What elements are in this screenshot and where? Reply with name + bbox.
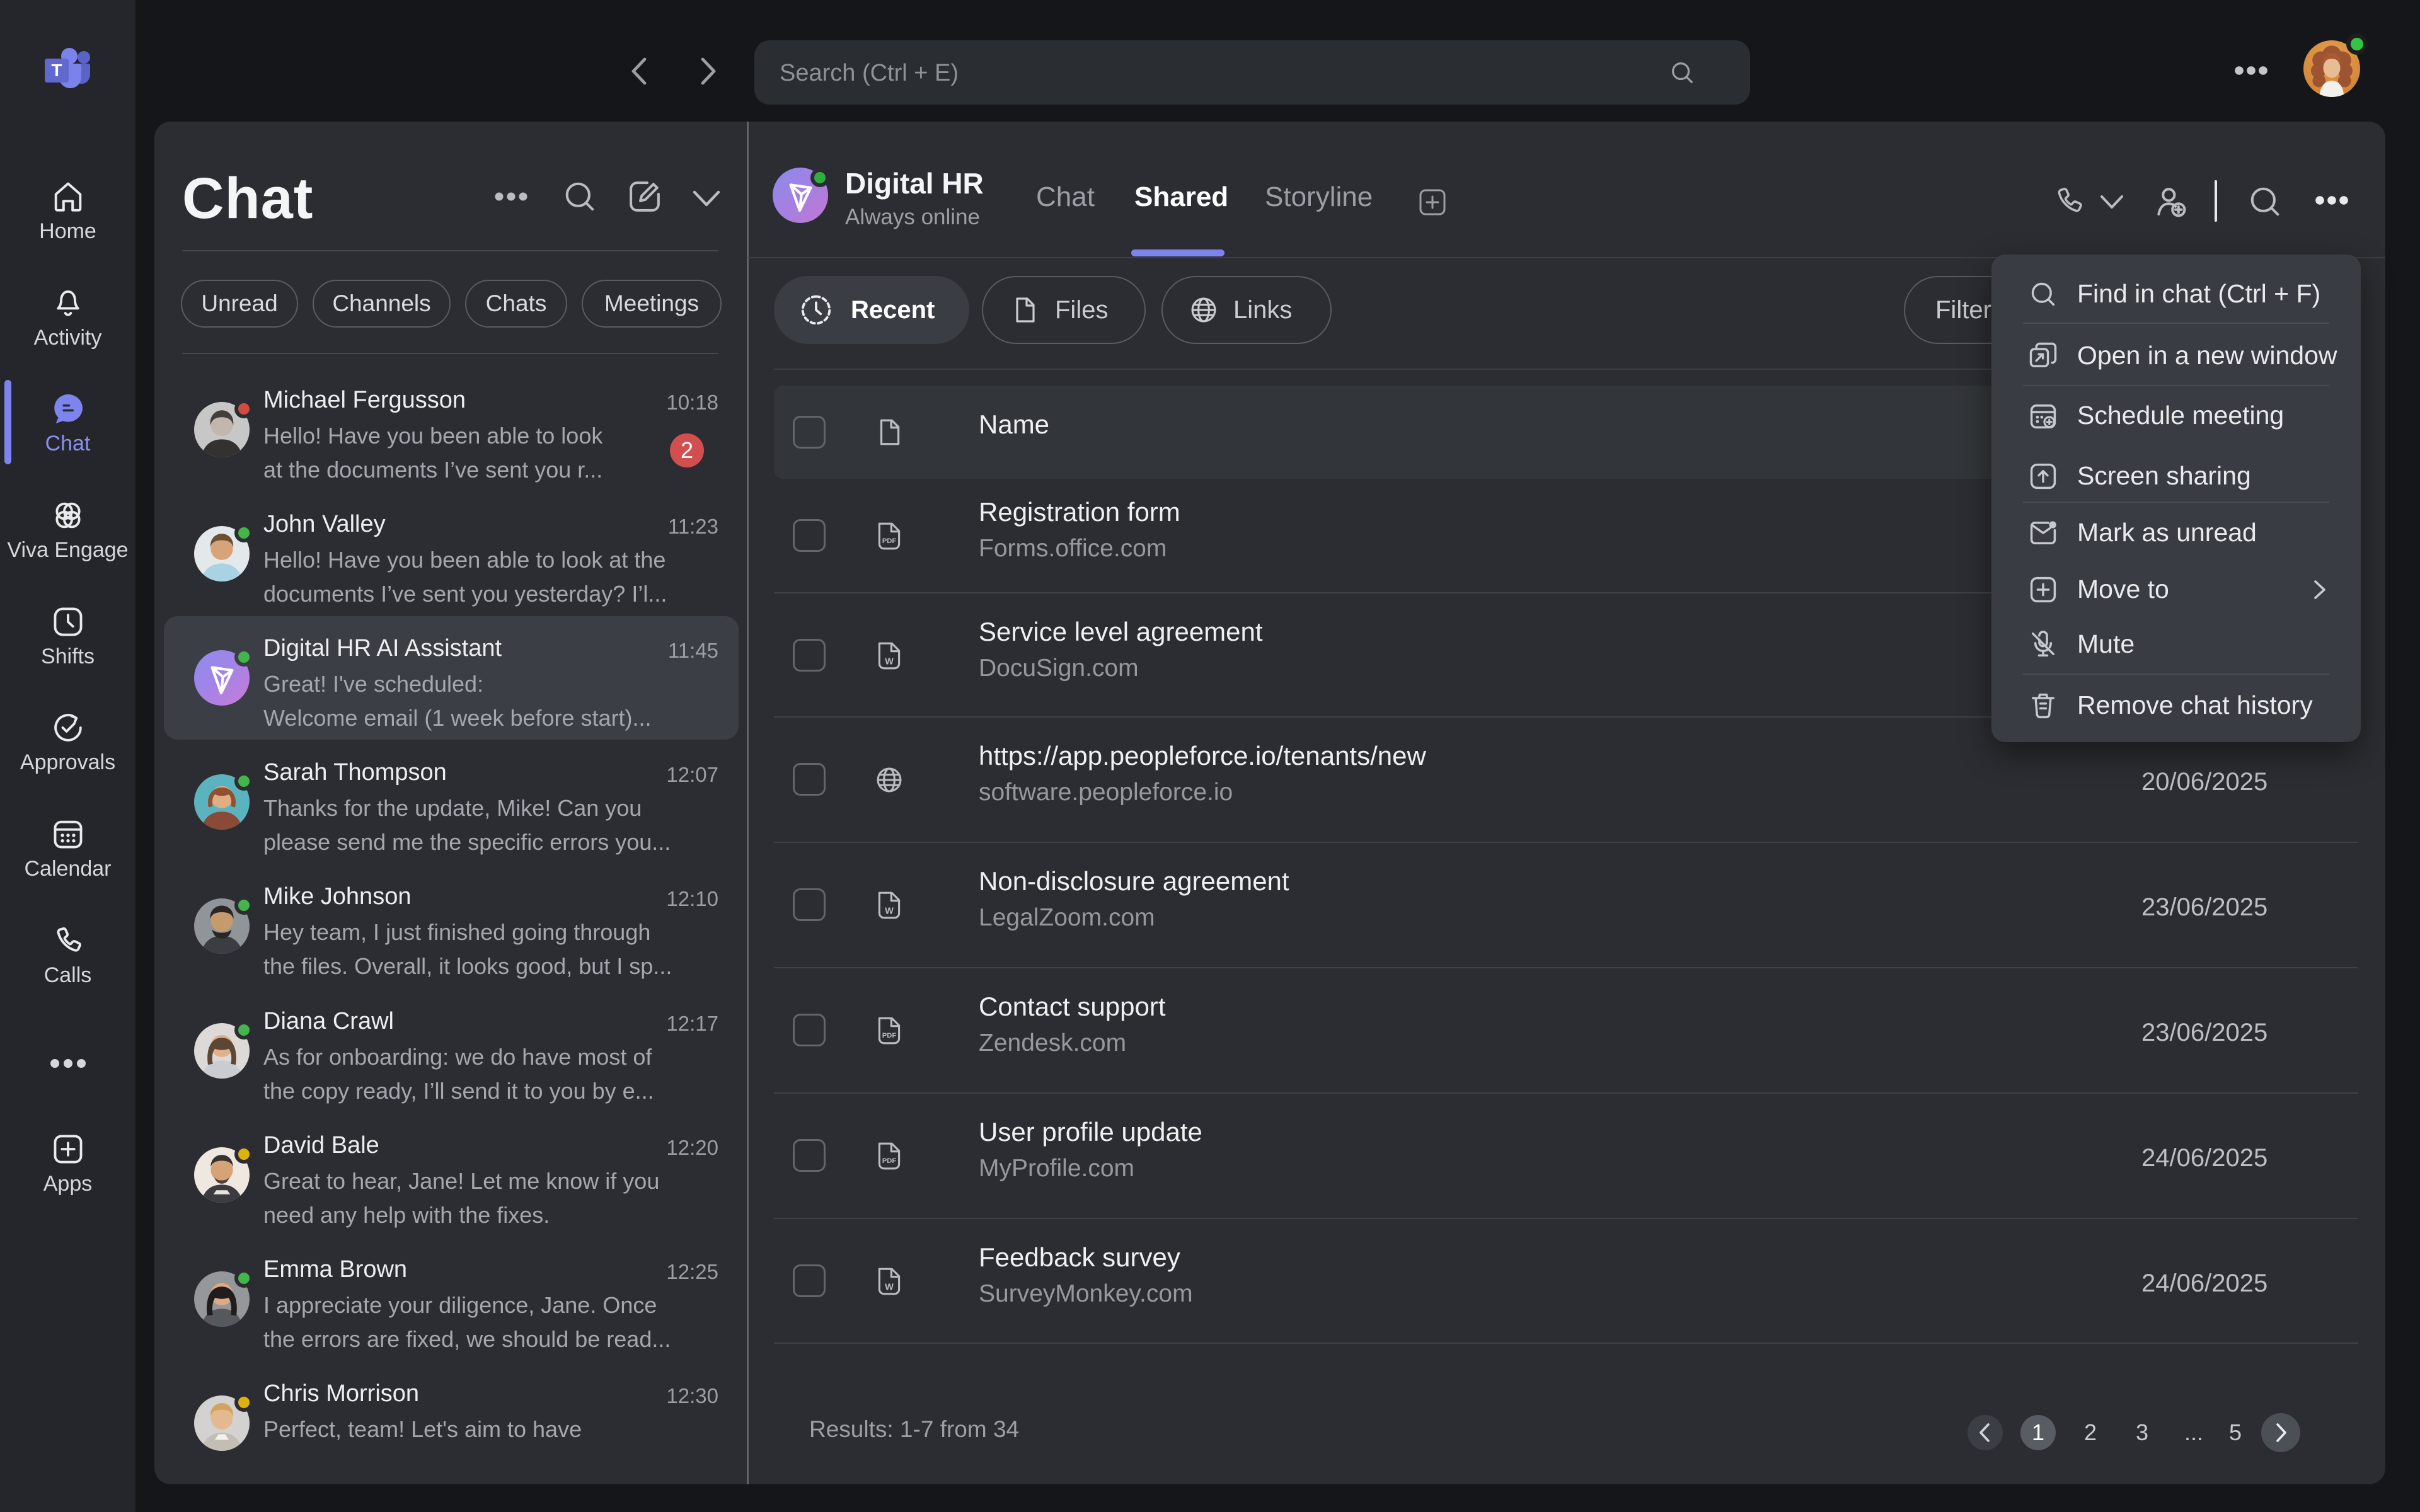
svg-text:PDF: PDF xyxy=(882,1157,897,1165)
svg-text:T: T xyxy=(51,60,62,80)
svg-text:PDF: PDF xyxy=(882,537,897,545)
svg-text:W: W xyxy=(885,1283,894,1293)
svg-text:PDF: PDF xyxy=(882,1032,897,1040)
svg-text:W: W xyxy=(885,657,894,667)
svg-text:W: W xyxy=(885,907,894,917)
